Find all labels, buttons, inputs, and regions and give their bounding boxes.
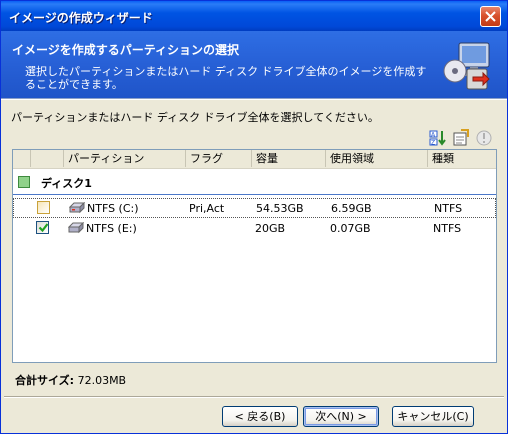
- column-flag[interactable]: フラグ: [186, 150, 252, 167]
- next-button[interactable]: 次へ(N) >: [303, 406, 379, 427]
- window-title: イメージの作成ウィザード: [9, 11, 153, 25]
- cancel-button[interactable]: キャンセル(C): [392, 406, 474, 427]
- column-type[interactable]: 種類: [428, 150, 496, 167]
- total-size-value: 72.03MB: [77, 374, 127, 387]
- close-icon: [485, 11, 496, 22]
- instruction-text: パーティションまたはハード ディスク ドライブ全体を選択してください。: [11, 111, 379, 124]
- image-wizard-icon: [443, 42, 490, 90]
- partition-used: 6.59GB: [331, 202, 372, 215]
- partition-checkbox[interactable]: [36, 221, 49, 234]
- disk-label: ディスク1: [41, 177, 92, 190]
- column-checkbox[interactable]: [13, 150, 31, 167]
- column-capacity[interactable]: 容量: [252, 150, 326, 167]
- column-partition[interactable]: パーティション: [64, 150, 186, 167]
- column-used[interactable]: 使用領域: [326, 150, 428, 167]
- svg-text:Z: Z: [431, 140, 435, 147]
- header-description: 選択したパーティションまたはハード ディスク ドライブ全体のイメージを作成するこ…: [25, 65, 427, 91]
- properties-icon[interactable]: [452, 129, 470, 147]
- disk-checkbox[interactable]: [18, 176, 30, 188]
- drive-icon: [68, 222, 84, 234]
- partition-capacity: 54.53GB: [256, 202, 304, 215]
- table-row[interactable]: NTFS (E:) 20GB 0.07GB NTFS: [13, 219, 496, 239]
- wizard-window: イメージの作成ウィザード イメージを作成するパーティションの選択 選択したパーテ…: [0, 0, 508, 434]
- info-icon[interactable]: [475, 129, 493, 147]
- header-divider: [1, 98, 507, 100]
- partition-name: NTFS (C:): [87, 202, 139, 215]
- drive-icon: [69, 202, 85, 214]
- wizard-header: イメージを作成するパーティションの選択 選択したパーティションまたはハード ディ…: [1, 31, 507, 98]
- partition-list[interactable]: パーティション フラグ 容量 使用領域 種類 ディスク1 NTFS (C:) P…: [12, 149, 497, 363]
- partition-used: 0.07GB: [330, 222, 371, 235]
- column-header: パーティション フラグ 容量 使用領域 種類: [13, 150, 496, 169]
- title-bar[interactable]: イメージの作成ウィザード: [1, 1, 507, 31]
- table-row[interactable]: NTFS (C:) Pri,Act 54.53GB 6.59GB NTFS: [13, 198, 496, 218]
- footer-separator: [4, 396, 504, 398]
- back-button[interactable]: < 戻る(B): [222, 406, 298, 427]
- partition-type: NTFS: [434, 202, 463, 215]
- partition-type: NTFS: [433, 222, 462, 235]
- total-size: 合計サイズ: 72.03MB: [15, 372, 126, 388]
- column-icon[interactable]: [31, 150, 64, 167]
- disk-group: ディスク1: [13, 170, 496, 195]
- total-size-label: 合計サイズ:: [15, 374, 75, 387]
- partition-checkbox[interactable]: [37, 201, 50, 214]
- sort-icon[interactable]: A Z: [429, 129, 447, 147]
- close-button[interactable]: [480, 6, 501, 27]
- partition-name: NTFS (E:): [86, 222, 137, 235]
- header-title: イメージを作成するパーティションの選択: [12, 43, 240, 57]
- partition-capacity: 20GB: [255, 222, 286, 235]
- checkmark-icon: [38, 223, 49, 233]
- partition-flag: Pri,Act: [189, 202, 225, 215]
